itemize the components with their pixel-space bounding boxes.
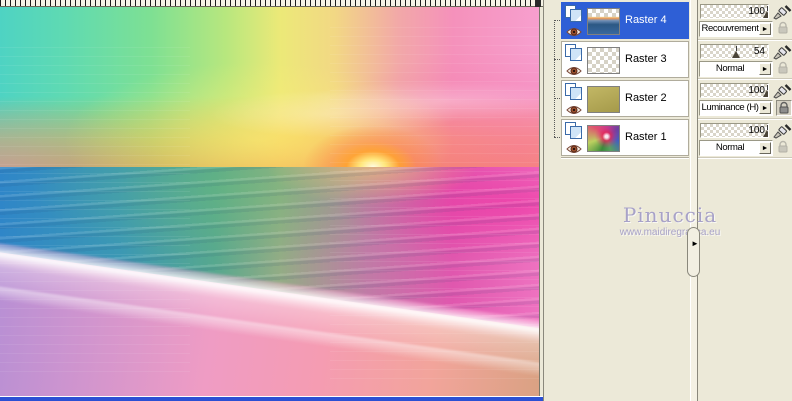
opacity-slider-marker[interactable] [763, 125, 768, 137]
opacity-slider[interactable]: 54 [700, 44, 769, 59]
window-bottom-border [0, 396, 543, 401]
layer-props-raster4: 100 Recouvrement ► [698, 3, 792, 39]
layer-props-raster3: 54 Normal ► [698, 43, 792, 79]
dropdown-arrow-icon[interactable]: ► [759, 63, 771, 75]
layer-link-line [554, 20, 555, 137]
opacity-value: 54 [753, 46, 765, 57]
layer-props-raster1: 100 Normal ► [698, 122, 792, 158]
layer-row-raster1[interactable]: Raster 1 [561, 119, 689, 156]
blend-mode-value: Luminance (H) [701, 102, 759, 113]
blend-mode-dropdown[interactable]: Recouvrement ► [699, 21, 773, 37]
raster-layer-icon [565, 44, 583, 61]
layer-row-raster3[interactable]: Raster 3 [561, 41, 689, 78]
layers-palette: Raster 4 Raster 3 Raster 2 Raster 1 [543, 0, 690, 401]
blend-mode-dropdown[interactable]: Luminance (H) ► [699, 100, 773, 116]
dropdown-arrow-icon[interactable]: ► [759, 23, 771, 35]
splitter-handle[interactable]: ► [687, 227, 700, 277]
visibility-eye-icon[interactable] [566, 64, 582, 76]
raster-layer-icon [565, 83, 583, 100]
opacity-slider[interactable]: 100 [700, 123, 769, 138]
layer-thumbnail[interactable] [587, 8, 620, 35]
blend-mode-value: Recouvrement [701, 23, 759, 34]
blend-mode-dropdown[interactable]: Normal ► [699, 61, 773, 77]
layer-name: Raster 1 [625, 131, 667, 143]
brush-icon[interactable] [772, 82, 792, 99]
brush-icon[interactable] [772, 3, 792, 20]
layer-name: Raster 4 [625, 14, 667, 26]
blend-mode-dropdown[interactable]: Normal ► [699, 140, 773, 156]
layer-thumbnail[interactable] [587, 47, 620, 74]
visibility-eye-icon[interactable] [566, 142, 582, 154]
visibility-eye-icon[interactable] [566, 25, 582, 37]
opacity-slider[interactable]: 100 [700, 4, 769, 19]
image-canvas[interactable] [0, 7, 540, 396]
layer-thumbnail[interactable] [587, 125, 620, 152]
layer-row-raster4[interactable]: Raster 4 [561, 2, 689, 39]
sky-gradient [0, 7, 539, 169]
brush-icon[interactable] [772, 122, 792, 139]
splitter-arrow-icon: ► [691, 239, 699, 248]
lock-icon[interactable] [776, 100, 792, 116]
dropdown-arrow-icon[interactable]: ► [759, 142, 771, 154]
raster-layer-icon [565, 5, 583, 22]
opacity-slider-marker[interactable] [763, 85, 768, 97]
panel-splitter[interactable]: ► [687, 0, 700, 401]
canvas-area [0, 0, 543, 401]
lock-icon[interactable] [776, 21, 792, 37]
horizontal-ruler [0, 0, 543, 7]
dropdown-arrow-icon[interactable]: ► [759, 102, 771, 114]
opacity-slider-marker[interactable] [763, 6, 768, 18]
ruler-position-marker [535, 0, 541, 7]
layer-props-raster2: 100 Luminance (H) ► [698, 82, 792, 118]
visibility-eye-icon[interactable] [566, 103, 582, 115]
layer-thumbnail[interactable] [587, 86, 620, 113]
raster-layer-icon [565, 122, 583, 139]
layer-properties-panel: 100 Recouvrement ► 54 Normal ► 100 Lumin… [698, 0, 792, 401]
brush-icon[interactable] [772, 43, 792, 60]
lock-icon[interactable] [776, 140, 792, 156]
opacity-slider-marker[interactable] [732, 46, 741, 58]
opacity-slider[interactable]: 100 [700, 83, 769, 98]
blend-mode-value: Normal [715, 142, 745, 153]
blend-mode-value: Normal [715, 63, 745, 74]
layer-name: Raster 2 [625, 92, 667, 104]
layer-name: Raster 3 [625, 53, 667, 65]
layer-row-raster2[interactable]: Raster 2 [561, 80, 689, 117]
lock-icon[interactable] [776, 61, 792, 77]
rows-bottom-divider [561, 157, 689, 159]
